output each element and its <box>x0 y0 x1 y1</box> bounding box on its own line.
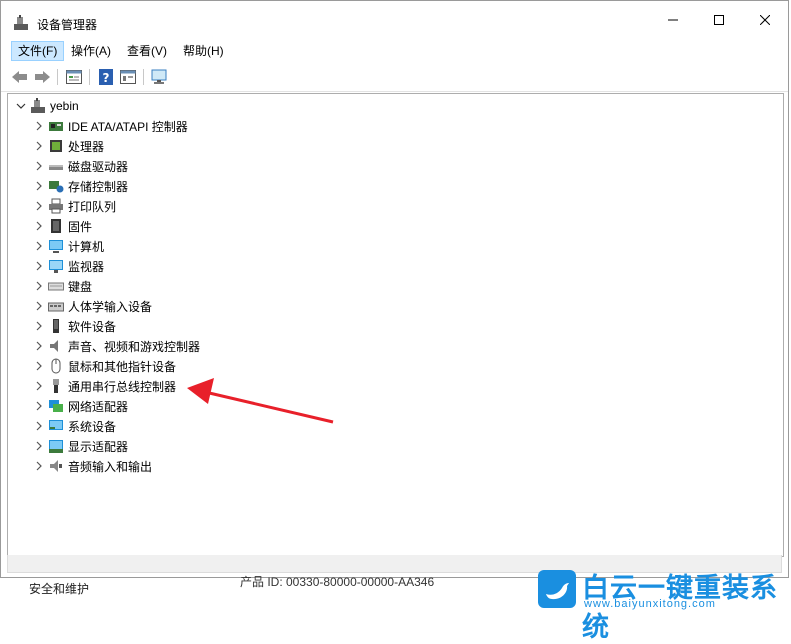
annotation-arrow-icon <box>187 378 334 424</box>
watermark: 白云一键重装系统 www.baiyunxitong.com <box>538 568 791 642</box>
bird-logo-icon <box>538 570 576 608</box>
watermark-url: www.baiyunxitong.com <box>584 598 716 610</box>
